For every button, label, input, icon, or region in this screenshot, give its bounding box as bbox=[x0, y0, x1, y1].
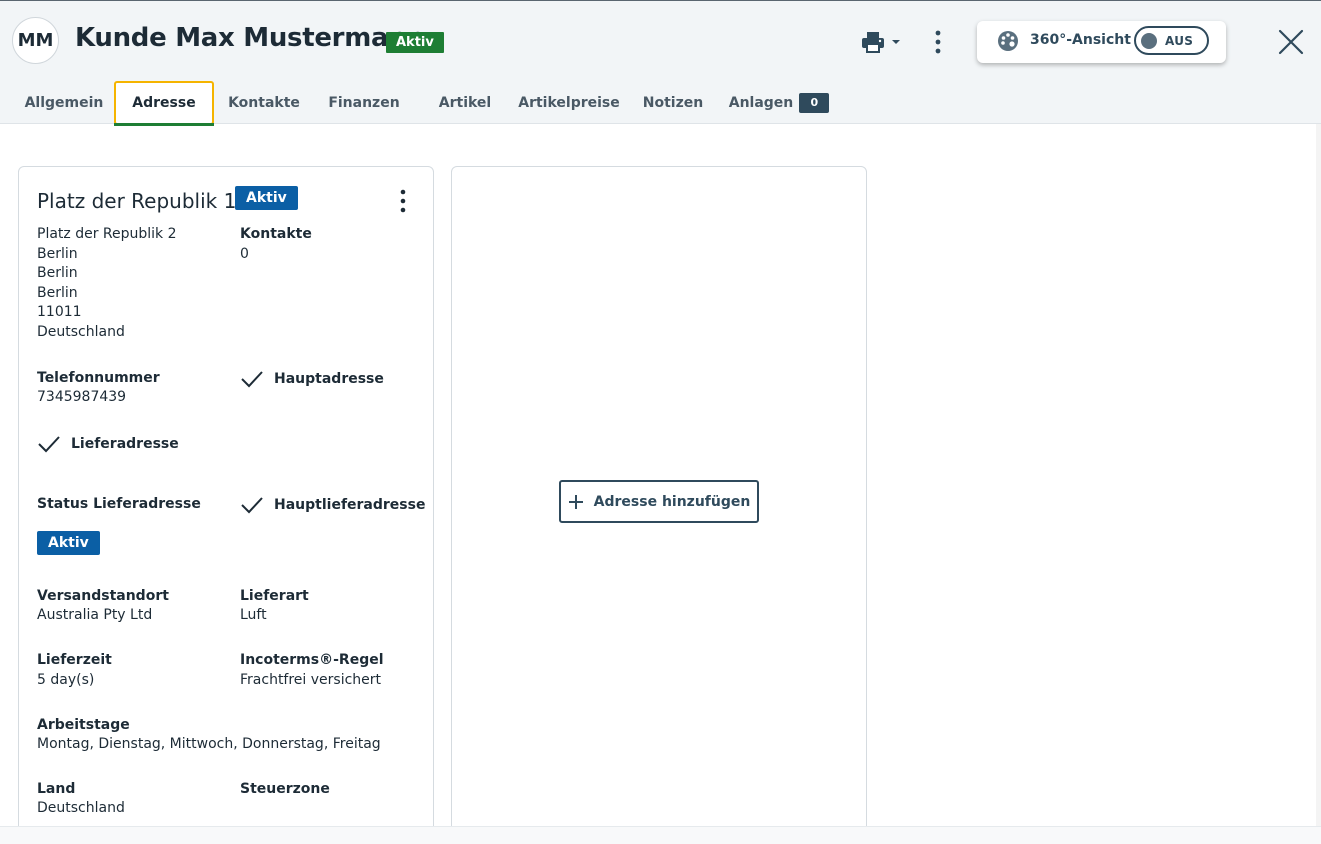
customer-status-badge: Aktiv bbox=[386, 32, 444, 53]
tab-finanzen[interactable]: Finanzen bbox=[314, 81, 414, 125]
main-address-flag: Hauptadresse bbox=[240, 369, 384, 389]
address-line: Platz der Republik 2 bbox=[37, 226, 177, 242]
tab-anlagen[interactable]: Anlagen 0 bbox=[727, 81, 831, 125]
print-button[interactable] bbox=[860, 28, 904, 56]
check-icon bbox=[38, 436, 60, 453]
page-header: MM Kunde Max Mustermann Aktiv 360°-Ansic… bbox=[0, 0, 1321, 126]
close-button[interactable] bbox=[1278, 29, 1304, 55]
country-value: Deutschland bbox=[37, 800, 125, 816]
more-actions-button[interactable] bbox=[926, 28, 950, 56]
delivery-time-label: Lieferzeit bbox=[37, 652, 112, 668]
contacts-value: 0 bbox=[240, 245, 249, 262]
address-line: Berlin bbox=[37, 265, 78, 282]
shipping-location-label: Versandstandort bbox=[37, 588, 169, 604]
address-line: Berlin bbox=[37, 284, 78, 301]
tab-label: Allgemein bbox=[24, 95, 104, 111]
tab-label: Notizen bbox=[642, 95, 704, 111]
tab-artikelpreise[interactable]: Artikelpreise bbox=[513, 81, 625, 125]
address-line: 11011 bbox=[37, 304, 82, 321]
chevron-down-icon bbox=[892, 40, 900, 44]
main-delivery-address-label: Hauptlieferadresse bbox=[274, 497, 426, 513]
attachments-count-badge: 0 bbox=[799, 93, 830, 113]
avatar: MM bbox=[12, 17, 59, 64]
bottom-bar bbox=[0, 826, 1321, 844]
tab-label: Anlagen bbox=[728, 95, 794, 111]
add-address-button[interactable]: Adresse hinzufügen bbox=[559, 480, 759, 523]
page-title: Kunde Max Mustermann bbox=[75, 23, 425, 53]
incoterms-label: Incoterms®-Regel bbox=[240, 652, 384, 668]
more-vertical-icon bbox=[935, 30, 941, 54]
close-icon bbox=[1278, 29, 1304, 55]
tab-allgemein[interactable]: Allgemein bbox=[14, 81, 114, 125]
tab-label: Finanzen bbox=[328, 95, 400, 111]
palette-icon bbox=[998, 31, 1018, 51]
delivery-time-value: 5 day(s) bbox=[37, 672, 95, 688]
tab-adresse[interactable]: Adresse bbox=[114, 81, 214, 126]
scrollbar-track[interactable] bbox=[1316, 124, 1321, 826]
address-status-badge: Aktiv bbox=[235, 186, 298, 210]
incoterms-value: Frachtfrei versichert bbox=[240, 672, 382, 688]
delivery-type-label: Lieferart bbox=[240, 588, 309, 604]
tab-label: Adresse bbox=[132, 95, 196, 111]
tab-label: Kontakte bbox=[228, 95, 300, 111]
toggle-state-text: AUS bbox=[1165, 34, 1194, 48]
address-line: Deutschland bbox=[37, 324, 125, 340]
tab-label: Artikelpreise bbox=[518, 95, 620, 111]
main-delivery-address-flag: Hauptlieferadresse bbox=[240, 495, 425, 515]
add-address-card: Adresse hinzufügen bbox=[451, 166, 867, 844]
more-vertical-icon bbox=[400, 189, 406, 213]
delivery-address-label: Lieferadresse bbox=[71, 436, 179, 452]
address-line: Berlin bbox=[37, 245, 78, 262]
delivery-address-flag: Lieferadresse bbox=[37, 434, 179, 454]
delivery-type-value: Luft bbox=[240, 607, 267, 623]
toggle-knob bbox=[1141, 33, 1157, 49]
delivery-status-label: Status Lieferadresse bbox=[37, 496, 201, 512]
check-icon bbox=[241, 371, 263, 388]
address-more-button[interactable] bbox=[391, 187, 415, 215]
address-title: Platz der Republik 1 bbox=[37, 189, 237, 213]
country-label: Land bbox=[37, 781, 76, 797]
shipping-location-value: Australia Pty Ltd bbox=[37, 607, 153, 623]
add-address-label: Adresse hinzufügen bbox=[593, 493, 751, 510]
tax-zone-label: Steuerzone bbox=[240, 781, 330, 797]
workdays-label: Arbeitstage bbox=[37, 717, 130, 733]
address-card: Platz der Republik 1 Aktiv Platz der Rep… bbox=[18, 166, 434, 844]
printer-icon bbox=[862, 32, 884, 53]
workdays-value: Montag, Dienstag, Mittwoch, Donnerstag, … bbox=[37, 736, 381, 752]
main-address-label: Hauptadresse bbox=[274, 371, 384, 387]
view360-panel: 360°-Ansicht AUS bbox=[977, 21, 1226, 63]
tab-notizen[interactable]: Notizen bbox=[630, 81, 716, 125]
plus-icon bbox=[568, 494, 583, 509]
tab-kontakte[interactable]: Kontakte bbox=[214, 81, 314, 125]
tab-artikel[interactable]: Artikel bbox=[415, 81, 515, 125]
view360-toggle[interactable]: AUS bbox=[1134, 26, 1209, 55]
delivery-status-badge: Aktiv bbox=[37, 531, 100, 555]
view360-label: 360°-Ansicht bbox=[1030, 32, 1131, 48]
check-icon bbox=[241, 497, 263, 514]
phone-value: 7345987439 bbox=[37, 389, 127, 405]
contacts-label: Kontakte bbox=[240, 226, 312, 242]
tab-label: Artikel bbox=[438, 95, 492, 111]
phone-label: Telefonnummer bbox=[37, 370, 160, 386]
